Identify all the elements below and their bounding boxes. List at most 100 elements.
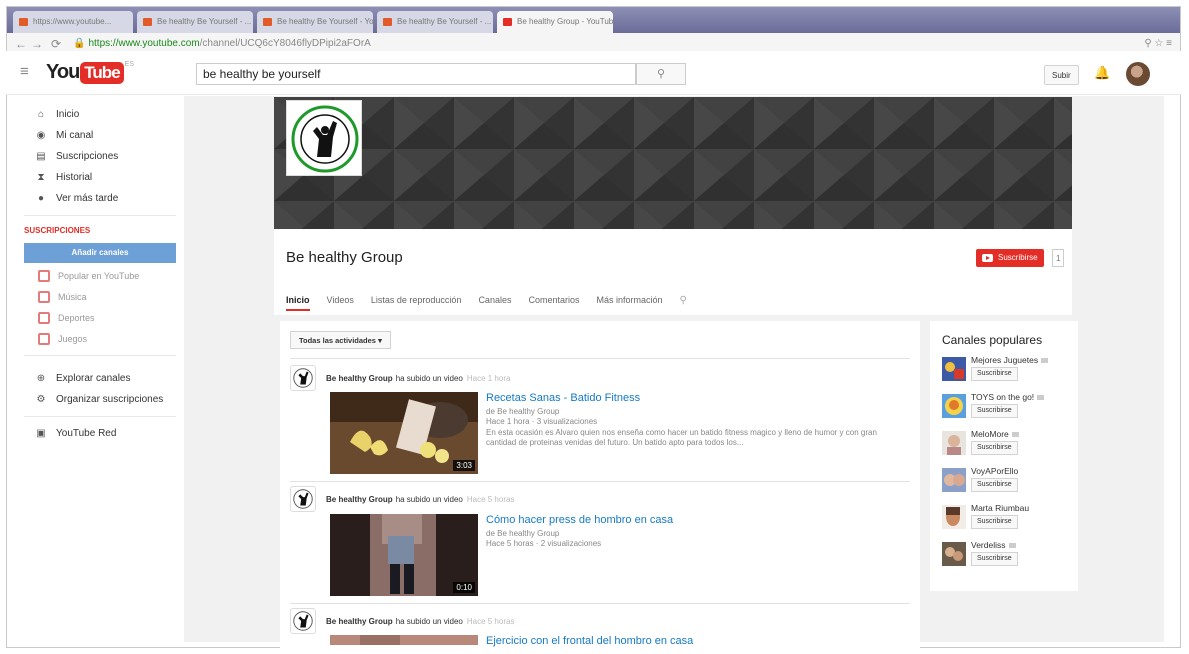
browser-tabstrip: https://www.youtube... Be healthy Be You… — [7, 7, 1180, 33]
reload-icon[interactable]: ⟳ — [51, 37, 61, 51]
bell-icon[interactable]: 🔔 — [1094, 65, 1110, 81]
sidebar-sub-deportes[interactable]: Deportes — [20, 307, 180, 328]
search-input[interactable]: be healthy be yourself — [196, 63, 636, 85]
video-thumbnail[interactable]: 0:10 — [330, 514, 478, 596]
sidebar-item-explorar[interactable]: ⊕ Explorar canales — [20, 368, 180, 389]
tab-listas[interactable]: Listas de reproducción — [371, 295, 462, 311]
channel-name-text: Mejores Juguetes — [971, 355, 1039, 365]
chevron-down-icon: ▾ — [378, 336, 382, 345]
forward-arrow-icon[interactable]: → — [31, 37, 43, 51]
subscribe-button[interactable]: Suscribirse — [971, 515, 1018, 529]
sidebar-item-inicio[interactable]: ⌂ Inicio — [20, 104, 180, 125]
channel-mini-logo-icon[interactable] — [290, 365, 316, 391]
menu-icon[interactable]: ≡ — [20, 63, 29, 80]
activity-owner[interactable]: Be healthy Group — [326, 617, 393, 626]
tab-videos[interactable]: Videos — [327, 295, 354, 311]
url-field[interactable]: 🔒 https://www.youtube.com/channel/UCQ6cY8… — [73, 38, 371, 49]
popular-channel-name[interactable]: Marta Riumbau — [971, 503, 1029, 513]
channel-avatar[interactable] — [942, 394, 966, 418]
sidebar-sub-musica[interactable]: Música — [20, 286, 180, 307]
sidebar-item-organizar[interactable]: ⚙ Organizar suscripciones — [20, 389, 180, 410]
activity-filter-dropdown[interactable]: Todas las actividades ▾ — [290, 331, 391, 349]
verified-icon — [1008, 543, 1016, 549]
subscribe-button[interactable]: Suscribirse — [976, 249, 1044, 267]
search-button[interactable]: ⚲ — [636, 63, 686, 85]
tab-canales[interactable]: Canales — [478, 295, 511, 311]
sidebar-item-youtube-red[interactable]: ▣ YouTube Red — [20, 423, 180, 444]
logo-region: ES — [124, 61, 134, 68]
sidebar-sub-popular[interactable]: Popular en YouTube — [20, 265, 180, 286]
video-info: Cómo hacer press de hombro en casa de Be… — [486, 514, 673, 549]
search-icon[interactable]: ⚲ — [680, 295, 687, 311]
sidebar-item-suscripciones[interactable]: ▤ Suscripciones — [20, 146, 180, 167]
subscribe-button[interactable]: Suscribirse — [971, 404, 1018, 418]
subscribe-button[interactable]: Suscribirse — [971, 441, 1018, 455]
sidebar-item-ver-mas-tarde[interactable]: ● Ver más tarde — [20, 188, 180, 209]
plus-circle-icon: ⊕ — [36, 373, 46, 384]
popular-channel-name[interactable]: Verdeliss — [971, 540, 1016, 550]
tab-inicio[interactable]: Inicio — [286, 295, 310, 311]
add-channels-button[interactable]: Añadir canales — [24, 243, 176, 263]
browser-tab[interactable]: Be healthy Be Yourself - Yo... — [257, 11, 373, 33]
video-title-link[interactable]: Recetas Sanas - Batido Fitness — [486, 392, 886, 404]
channel-name-text: MeloMore — [971, 429, 1009, 439]
channel-avatar[interactable] — [942, 542, 966, 566]
sidebar-item-label: Inicio — [56, 109, 80, 120]
filter-label: Todas las actividades — [299, 336, 376, 345]
channel-avatar[interactable] — [942, 468, 966, 492]
channel-title: Be healthy Group — [286, 249, 403, 266]
channel-avatar[interactable] — [942, 357, 966, 381]
url-path: /channel/UCQ6cY8046flyDPipi2aFOrA — [199, 38, 371, 49]
channel-name-text: VoyAPorEllo — [971, 466, 1019, 476]
zoom-star-icons[interactable]: ⚲ ☆ ≡ — [1144, 38, 1172, 49]
verified-icon — [1041, 358, 1049, 364]
person-icon: ◉ — [36, 130, 46, 141]
video-meta: Hace 5 horas · 2 visualizaciones — [486, 539, 602, 548]
channel-mini-logo-icon[interactable] — [290, 486, 316, 512]
subscriptions-heading: SUSCRIPCIONES — [24, 226, 91, 235]
sidebar-item-mi-canal[interactable]: ◉ Mi canal — [20, 125, 180, 146]
activity-owner[interactable]: Be healthy Group — [326, 374, 393, 383]
avatar[interactable] — [1126, 62, 1150, 86]
browser-tab-active[interactable]: Be healthy Group - YouTube — [497, 11, 613, 33]
channel-avatar[interactable] — [942, 505, 966, 529]
tab-comentarios[interactable]: Comentarios — [528, 295, 579, 311]
video-title-link[interactable]: Ejercicio con el frontal del hombro en c… — [486, 635, 693, 647]
tab-mas-informacion[interactable]: Más información — [597, 295, 663, 311]
browser-tab[interactable]: Be healthy Be Yourself - ... — [137, 11, 253, 33]
video-title-link[interactable]: Cómo hacer press de hombro en casa — [486, 514, 673, 526]
video-thumbnail[interactable] — [330, 635, 478, 645]
popular-channel-name[interactable]: VoyAPorEllo — [971, 466, 1018, 476]
browser-tab[interactable]: Be healthy Be Yourself - ... — [377, 11, 493, 33]
popular-channel-name[interactable]: MeloMore — [971, 429, 1019, 439]
sidebar-item-label: Ver más tarde — [56, 193, 119, 204]
channel-icon — [38, 290, 50, 303]
sidebar-item-label: Mi canal — [56, 130, 94, 141]
popular-channel-name[interactable]: TOYS on the go! — [971, 392, 1045, 402]
channel-avatar[interactable] — [942, 431, 966, 455]
subscribe-button[interactable]: Suscribirse — [971, 552, 1018, 566]
lock-icon: 🔒 — [73, 38, 86, 49]
activity-action: ha subido un video — [395, 373, 463, 383]
sidebar-sub-label: Juegos — [58, 333, 88, 344]
subscriber-count: 1 — [1052, 249, 1065, 267]
video-thumbnail[interactable]: 3:03 — [330, 392, 478, 474]
video-byline[interactable]: de Be healthy Group — [486, 529, 673, 539]
upload-button[interactable]: Subir — [1044, 65, 1079, 85]
back-arrow-icon[interactable]: ← — [15, 37, 27, 51]
sidebar-item-historial[interactable]: ⧗ Historial — [20, 167, 180, 188]
divider — [290, 603, 910, 604]
activity-owner[interactable]: Be healthy Group — [326, 495, 393, 504]
video-byline[interactable]: de Be healthy Group — [486, 407, 886, 417]
channel-icon — [38, 332, 50, 345]
sidebar-sub-juegos[interactable]: Juegos — [20, 328, 180, 349]
channel-mini-logo-icon[interactable] — [290, 608, 316, 634]
subscribe-button[interactable]: Suscribirse — [971, 478, 1018, 492]
verified-icon — [1011, 432, 1019, 438]
channel-logo[interactable] — [286, 100, 362, 176]
youtube-logo[interactable]: You Tube ES — [46, 61, 134, 84]
thumbnail-image — [330, 635, 478, 645]
subscribe-button[interactable]: Suscribirse — [971, 367, 1018, 381]
popular-channel-name[interactable]: Mejores Juguetes — [971, 355, 1049, 365]
browser-tab[interactable]: https://www.youtube... — [13, 11, 133, 33]
